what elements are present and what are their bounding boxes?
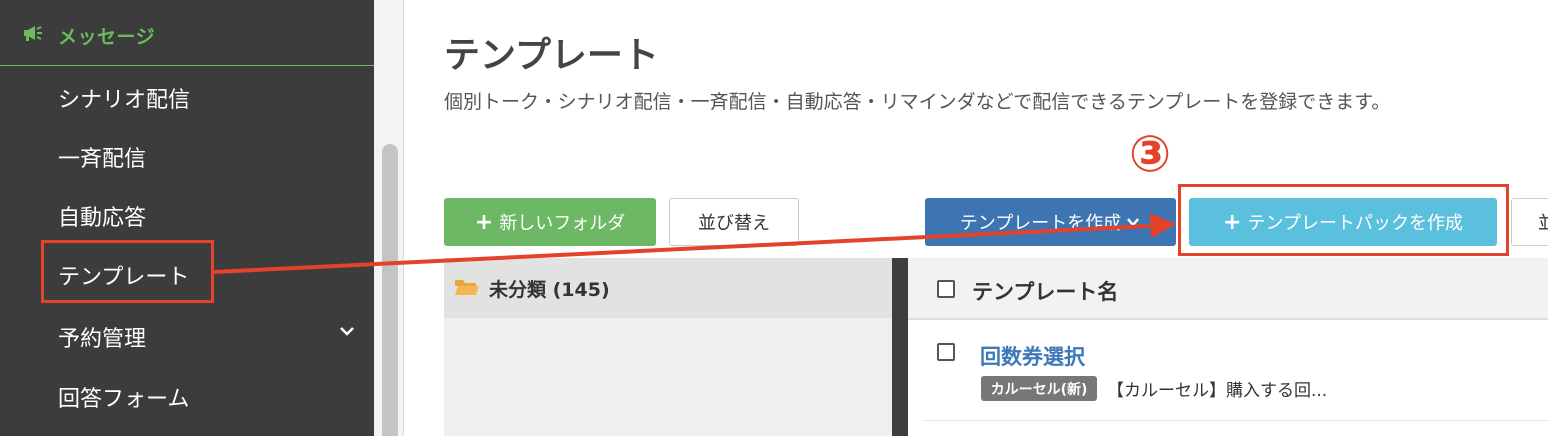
arrow-annotation <box>213 213 1176 274</box>
app-root: メッセージ シナリオ配信 一斉配信 自動応答 テンプレート 予約管理 回答フォー… <box>0 0 1548 436</box>
